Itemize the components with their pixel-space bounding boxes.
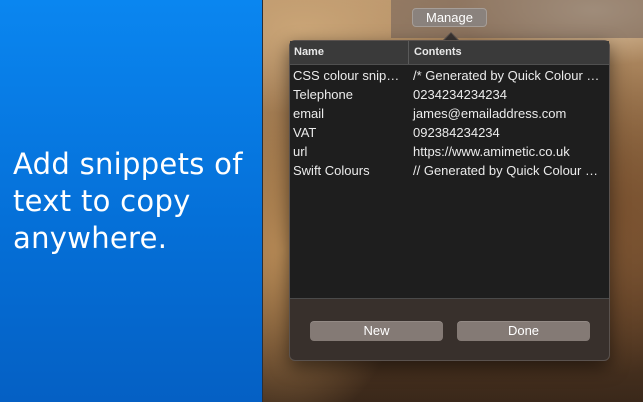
row-name-cell: Swift Colours [293,163,370,178]
promo-headline: Add snippets of text to copy anywhere. [13,147,243,255]
new-button[interactable]: New [310,321,443,341]
table-row[interactable]: Swift Colours // Generated by Quick Colo… [290,161,609,180]
promo-panel: Add snippets of text to copy anywhere. [0,0,263,402]
table-header: Name Contents [290,41,609,65]
row-contents-cell: https://www.amimetic.co.uk [413,144,570,159]
row-name-cell: Telephone [293,87,353,102]
row-name-cell: email [293,106,325,121]
table-row[interactable]: VAT 092384234234 [290,123,609,142]
row-name-cell: VAT [293,125,317,140]
table-row[interactable]: url https://www.amimetic.co.uk [290,142,609,161]
snippets-table[interactable]: Name Contents CSS colour snippets /* Gen… [290,41,609,299]
table-row[interactable]: Telephone 0234234234234 [290,85,609,104]
manage-button[interactable]: Manage [412,8,487,27]
column-header-name[interactable]: Name [290,41,409,64]
row-contents-cell: 0234234234234 [413,87,507,102]
column-header-contents[interactable]: Contents [409,41,609,64]
row-contents-cell: 092384234234 [413,125,500,140]
row-name-cell: CSS colour snippets [293,68,409,83]
row-contents-cell: /* Generated by Quick Colour Picker */ [413,68,609,83]
row-contents-cell: james@emailaddress.com [413,106,567,121]
table-body: CSS colour snippets /* Generated by Quic… [290,65,609,180]
row-contents-cell: // Generated by Quick Colour Picker [413,163,609,178]
table-row[interactable]: email james@emailaddress.com [290,104,609,123]
table-row[interactable]: CSS colour snippets /* Generated by Quic… [290,66,609,85]
row-name-cell: url [293,144,308,159]
done-button[interactable]: Done [457,321,590,341]
app-screenshot: Add snippets of text to copy anywhere. M… [0,0,643,402]
